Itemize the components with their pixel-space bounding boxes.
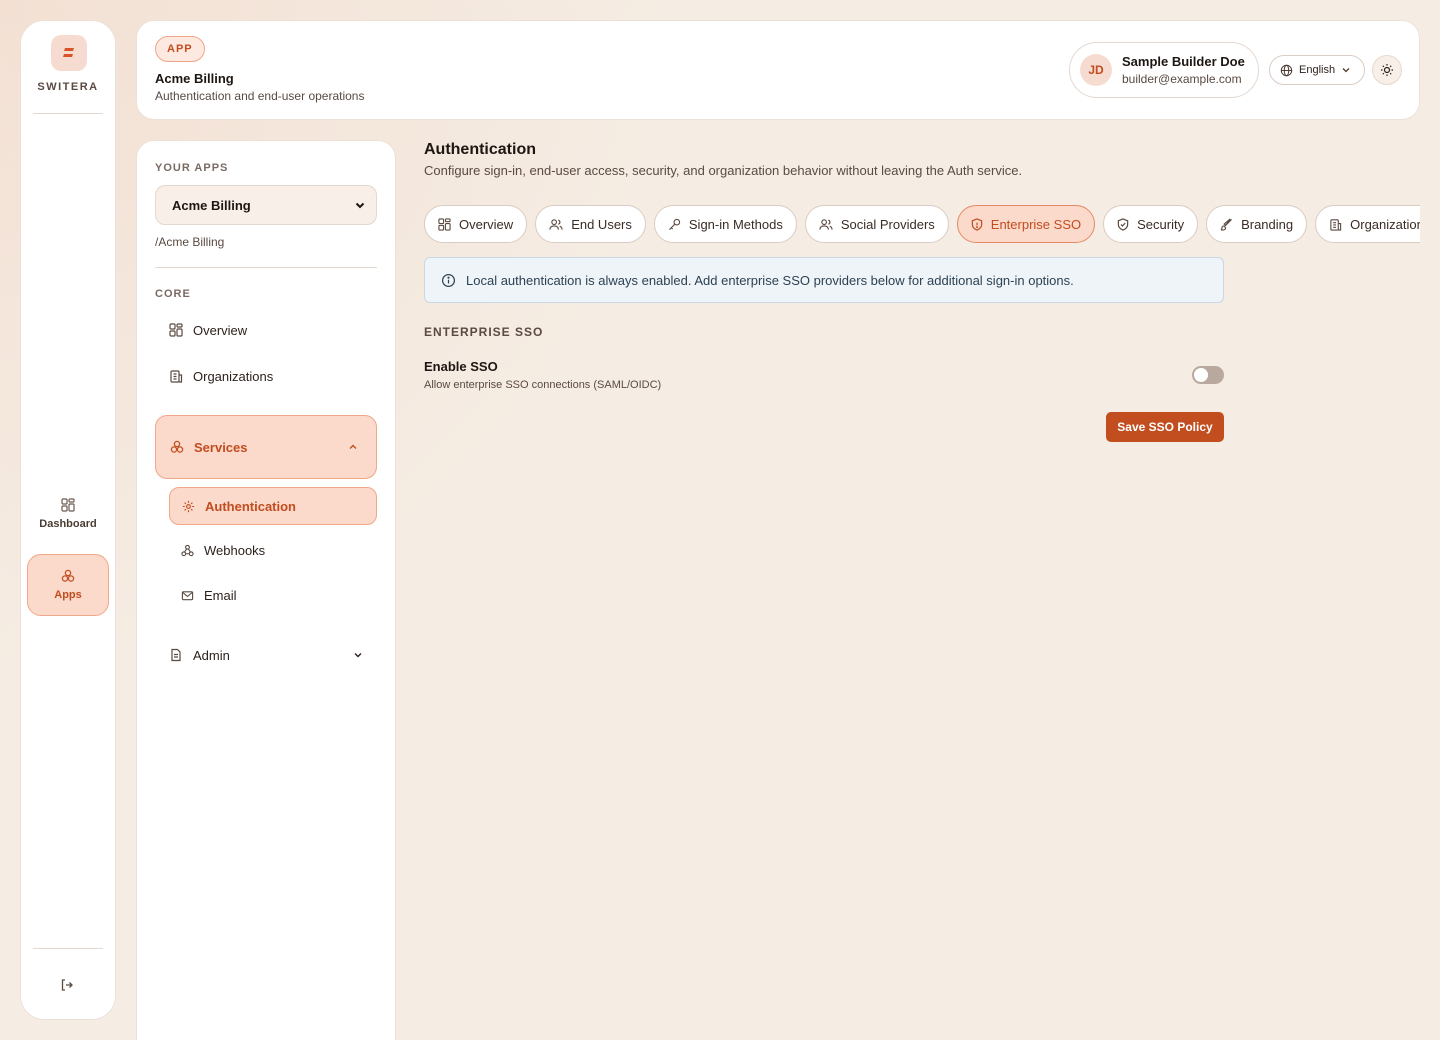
brush-icon xyxy=(1220,218,1233,231)
user-name: Sample Builder Doe xyxy=(1122,54,1245,69)
your-apps-label: YOUR APPS xyxy=(155,162,229,174)
enable-sso-description: Allow enterprise SSO connections (SAML/O… xyxy=(424,379,662,391)
sidebar-item-label: Email xyxy=(204,587,237,603)
users-icon xyxy=(819,218,833,230)
document-icon xyxy=(171,648,181,662)
building-icon xyxy=(170,370,183,383)
sidebar-item-overview[interactable]: Overview xyxy=(155,310,377,350)
sidebar-item-label: Webhooks xyxy=(204,542,266,558)
sun-icon xyxy=(1381,64,1393,76)
user-email: builder@example.com xyxy=(1122,72,1242,86)
page-title: Authentication xyxy=(424,141,536,158)
apps-icon xyxy=(61,569,75,582)
shield-check-icon xyxy=(1117,217,1129,231)
sidebar: YOUR APPS Acme Billing /Acme Billing COR… xyxy=(136,140,396,1040)
avatar: JD xyxy=(1080,54,1112,86)
app-subtitle: Authentication and end-user operations xyxy=(155,89,365,103)
tab-overview[interactable]: Overview xyxy=(424,205,528,243)
tab-label: Branding xyxy=(1241,216,1294,232)
info-icon xyxy=(441,273,456,287)
left-rail: SWITERA Dashboard Apps xyxy=(20,20,116,1020)
tab-security[interactable]: Security xyxy=(1103,205,1199,243)
overview-icon xyxy=(438,217,451,231)
tab-end-users[interactable]: End Users xyxy=(535,205,646,243)
mail-icon xyxy=(181,590,194,600)
enable-sso-toggle[interactable] xyxy=(1192,366,1224,384)
chevron-down-icon xyxy=(355,202,365,209)
tab-label: Social Providers xyxy=(840,216,935,232)
tab-label: Sign-in Methods xyxy=(688,216,783,232)
section-title: ENTERPRISE SSO xyxy=(424,325,544,339)
app-title: Acme Billing xyxy=(155,71,234,86)
sidebar-divider xyxy=(155,267,377,268)
chevron-down-icon xyxy=(354,653,362,658)
overview-icon xyxy=(169,323,183,337)
sidebar-group-services[interactable]: Services xyxy=(155,415,377,479)
chevron-up-icon xyxy=(349,444,357,449)
save-sso-policy-button[interactable]: Save SSO Policy xyxy=(1106,412,1224,442)
logout-icon xyxy=(61,979,73,991)
users-icon xyxy=(549,218,563,230)
user-menu[interactable]: JD Sample Builder Doe builder@example.co… xyxy=(1069,42,1259,98)
info-text: Local authentication is always enabled. … xyxy=(466,272,1074,288)
services-label: Services xyxy=(194,439,248,455)
info-banner: Local authentication is always enabled. … xyxy=(424,257,1224,303)
tab-bar: Overview End Users Sign-in Methods Socia… xyxy=(424,205,1420,243)
rail-divider xyxy=(33,113,103,114)
services-icon xyxy=(170,440,184,453)
brand-name: SWITERA xyxy=(37,81,99,93)
tab-label: Enterprise SSO xyxy=(990,216,1082,232)
chevron-down-icon xyxy=(1342,68,1350,73)
dashboard-icon xyxy=(61,498,75,512)
tab-sign-in-methods[interactable]: Sign-in Methods xyxy=(653,205,797,243)
toggle-knob xyxy=(1194,368,1208,382)
logo-icon xyxy=(63,48,74,57)
sidebar-item-authentication[interactable]: Authentication xyxy=(169,487,377,525)
rail-item-label: Apps xyxy=(54,589,82,601)
sidebar-item-label: Authentication xyxy=(205,498,296,514)
app-select-value: Acme Billing xyxy=(172,197,251,213)
globe-icon xyxy=(1280,64,1293,76)
sidebar-group-admin[interactable]: Admin xyxy=(155,635,377,675)
logout-button[interactable] xyxy=(59,977,75,993)
rail-item-label: Dashboard xyxy=(39,518,97,530)
app-badge: APP xyxy=(155,36,205,62)
top-bar: APP Acme Billing Authentication and end-… xyxy=(136,20,1420,120)
tab-label: Overview xyxy=(459,216,514,232)
app-select[interactable]: Acme Billing xyxy=(155,185,377,225)
gear-icon xyxy=(182,500,195,512)
tab-organizations[interactable]: Organizations xyxy=(1315,205,1420,243)
tab-label: Organizations xyxy=(1350,216,1420,232)
tab-branding[interactable]: Branding xyxy=(1206,205,1308,243)
tab-label: End Users xyxy=(571,216,632,232)
sidebar-item-label: Overview xyxy=(193,322,248,338)
enable-sso-label: Enable SSO xyxy=(424,359,498,374)
tab-enterprise-sso[interactable]: Enterprise SSO xyxy=(956,205,1096,243)
language-select[interactable]: English xyxy=(1269,55,1365,85)
admin-label: Admin xyxy=(193,647,230,663)
webhook-icon xyxy=(181,544,194,556)
sidebar-item-organizations[interactable]: Organizations xyxy=(155,356,377,396)
theme-toggle-button[interactable] xyxy=(1372,55,1402,85)
tab-social-providers[interactable]: Social Providers xyxy=(804,205,949,243)
rail-item-dashboard[interactable]: Dashboard xyxy=(27,483,109,545)
core-label: CORE xyxy=(155,288,191,300)
page-subtitle: Configure sign-in, end-user access, secu… xyxy=(424,163,1023,178)
sidebar-item-webhooks[interactable]: Webhooks xyxy=(169,531,377,569)
sidebar-item-label: Organizations xyxy=(193,368,274,384)
rail-item-apps[interactable]: Apps xyxy=(27,554,109,616)
app-slug: /Acme Billing xyxy=(155,235,225,249)
tab-label: Security xyxy=(1137,216,1185,232)
sidebar-item-email[interactable]: Email xyxy=(169,576,377,614)
language-label: English xyxy=(1299,64,1336,76)
shield-icon xyxy=(971,217,983,231)
brand-logo[interactable] xyxy=(51,35,87,71)
key-icon xyxy=(668,218,681,230)
building-icon xyxy=(1330,218,1342,231)
rail-divider xyxy=(33,948,103,949)
